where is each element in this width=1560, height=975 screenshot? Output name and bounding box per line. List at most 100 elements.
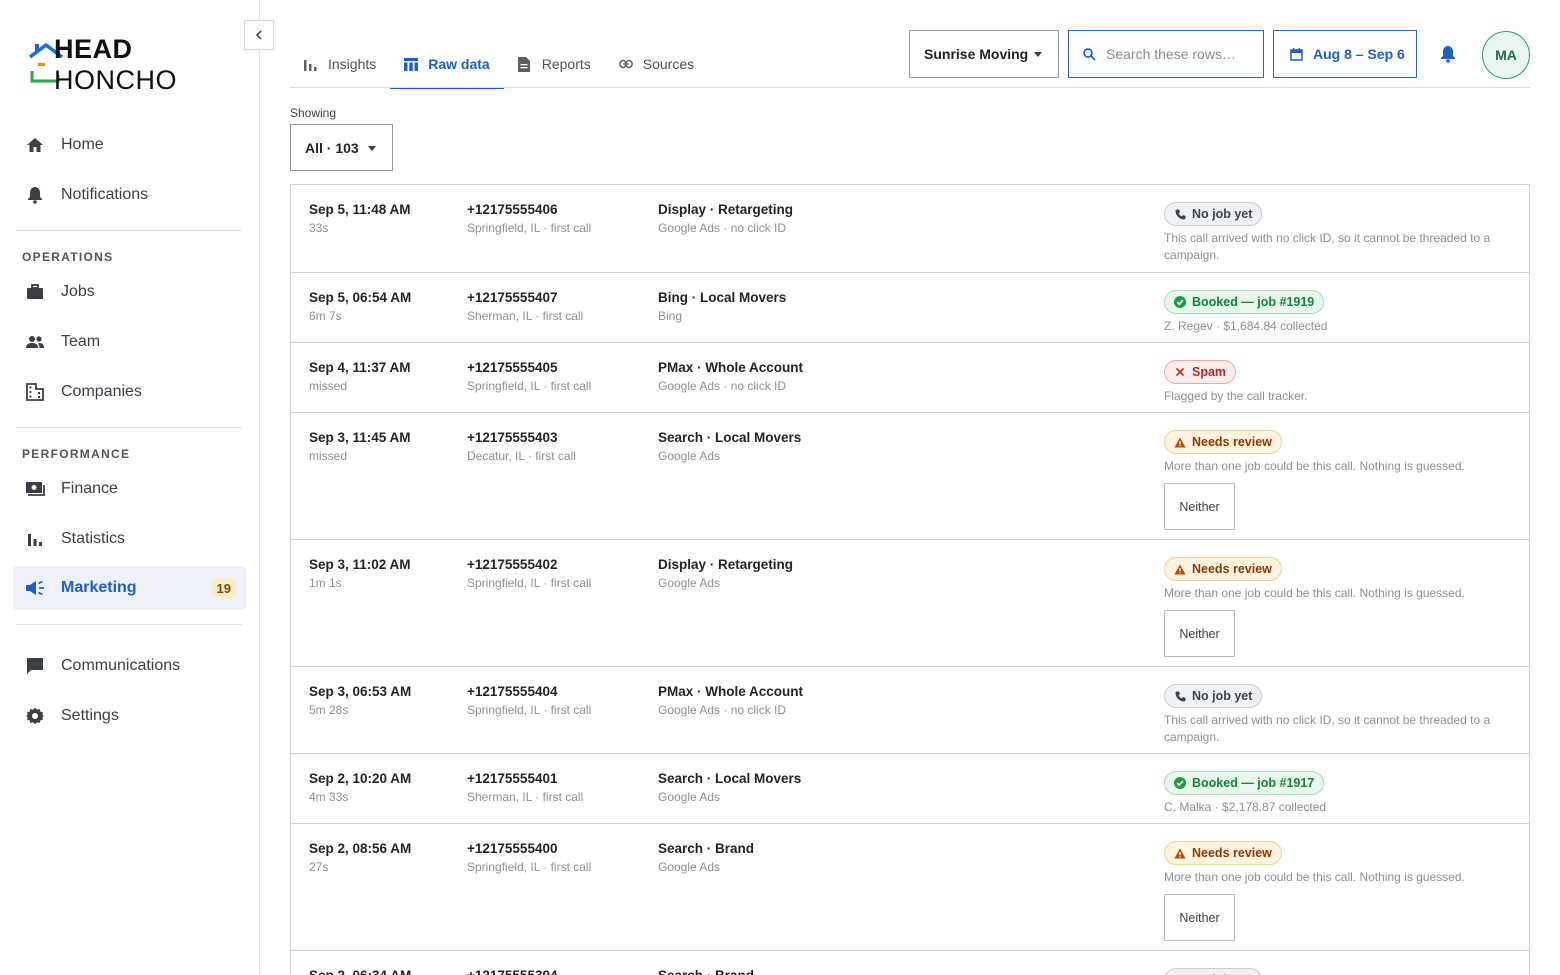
caller-location: Springfield, IL · first call (467, 379, 592, 393)
table-row[interactable]: Sep 3, 11:45 AM missed +12175555403 Decatur… (291, 413, 1529, 540)
table-row[interactable]: Sep 2, 06:34 AM +12175555394 Search · Bran… (291, 951, 1529, 975)
sidebar-item-companies[interactable]: Companies (13, 370, 246, 414)
call-time: Sep 5, 06:54 AM (309, 290, 412, 305)
section-label-performance: PERFORMANCE (22, 447, 131, 461)
campaign-name: PMax · Whole Account (658, 360, 804, 375)
status-badge: Needs review (1164, 841, 1282, 865)
status-cell: Booked — job #1917 C. Malka · $2,178.87 c… (1164, 770, 1514, 816)
table-row[interactable]: Sep 2, 08:56 AM 27s +12175555400 Springfiel… (291, 824, 1529, 951)
warning-icon (1174, 436, 1186, 448)
search-field[interactable] (1068, 30, 1264, 78)
briefcase-icon (25, 282, 45, 302)
sidebar-item-label: Statistics (61, 530, 126, 547)
status-cell: No job yet This call arrived with no clic… (1164, 201, 1514, 264)
sidebar-item-home[interactable]: Home (13, 123, 246, 167)
date-range-button[interactable]: Aug 8 – Sep 6 (1273, 30, 1417, 78)
call-time-cell: Sep 5, 11:48 AM 33s (309, 201, 411, 237)
status-cell: Needs review More than one job could be t… (1164, 556, 1514, 657)
app-logo[interactable]: HEAD HONCHO (26, 34, 259, 95)
sidebar-item-label: Communications (61, 657, 181, 674)
sidebar-item-label: Notifications (61, 186, 149, 203)
table-row[interactable]: Sep 5, 11:48 AM 33s +12175555406 Springfiel… (291, 185, 1529, 273)
sidebar-item-notifications[interactable]: Notifications (13, 173, 246, 217)
caller-phone: +12175555404 (467, 684, 558, 699)
sidebar-item-communications[interactable]: Communications (13, 644, 246, 688)
search-input[interactable] (1106, 46, 1256, 62)
campaign-cell: Search · Brand Google Ads (658, 840, 754, 876)
sidebar-item-jobs[interactable]: Jobs (13, 270, 246, 314)
campaign-cell: PMax · Whole Account Google Ads · no clic… (658, 359, 803, 395)
collapse-sidebar-button[interactable] (244, 20, 274, 50)
status-badge: No job yet (1164, 684, 1263, 708)
call-time: Sep 4, 11:37 AM (309, 360, 411, 375)
campaign-cell: Display · Retargeting Google Ads · no cli… (658, 201, 793, 237)
tab-reports[interactable]: Reports (504, 40, 605, 88)
campaign-source: Google Ads (658, 576, 721, 590)
notifications-bell-icon[interactable] (1440, 45, 1456, 63)
calendar-icon (1290, 47, 1303, 61)
caller-location: Springfield, IL · first call (467, 860, 592, 874)
table-row[interactable]: Sep 5, 06:54 AM 6m 7s +12175555407 Sherman,… (291, 273, 1529, 343)
building-icon (25, 382, 45, 402)
call-time: Sep 2, 06:34 AM (309, 967, 411, 975)
sidebar-item-finance[interactable]: Finance (13, 467, 246, 511)
sidebar-item-team[interactable]: Team (13, 320, 246, 364)
company-select[interactable]: Sunrise Moving (909, 30, 1059, 78)
campaign-cell: Display · Retargeting Google Ads (658, 556, 793, 592)
status-note: More than one job could be this call. No… (1164, 459, 1465, 473)
company-select-value: Sunrise Moving (924, 46, 1029, 62)
campaign-source: Google Ads (658, 790, 721, 804)
call-time: Sep 2, 10:20 AM (309, 771, 412, 786)
document-icon (517, 56, 532, 72)
caller-cell: +12175555406 Springfield, IL · first call (467, 201, 591, 237)
neither-button[interactable]: Neither (1164, 610, 1235, 657)
tab-insights[interactable]: Insights (290, 40, 390, 88)
status-badge: Spam (1164, 360, 1237, 384)
table-row[interactable]: Sep 3, 11:02 AM 1m 1s +12175555402 Springfi… (291, 540, 1529, 667)
call-time: Sep 2, 08:56 AM (309, 841, 412, 856)
avatar[interactable]: MA (1482, 31, 1530, 79)
logo-text: HEAD HONCHO (54, 34, 177, 95)
call-duration: 27s (309, 860, 329, 874)
status-badge: Booked — job #1919 (1164, 290, 1325, 314)
status-label: Needs review (1192, 435, 1272, 449)
caret-down-icon (368, 146, 376, 151)
neither-button[interactable]: Neither (1164, 483, 1235, 530)
caller-phone: +12175555407 (467, 290, 558, 305)
sidebar-item-label: Team (61, 333, 101, 350)
table-row[interactable]: Sep 4, 11:37 AM missed +12175555405 Springf… (291, 343, 1529, 413)
status-note: More than one job could be this call. No… (1164, 870, 1465, 884)
sidebar-item-marketing[interactable]: Marketing 19 (13, 566, 246, 610)
neither-button[interactable]: Neither (1164, 894, 1235, 941)
filter-value: All · 103 (305, 139, 359, 156)
tab-raw-data[interactable]: Raw data (390, 40, 505, 89)
phone-icon (1174, 690, 1186, 702)
table-row[interactable]: Sep 3, 06:53 AM 5m 28s +12175555404 Springf… (291, 667, 1529, 754)
sidebar-item-label: Jobs (61, 283, 95, 300)
home-icon (25, 135, 45, 155)
status-badge: Booked — job #1917 (1164, 771, 1325, 795)
call-time-cell: Sep 3, 06:53 AM 5m 28s (309, 683, 411, 719)
tab-sources[interactable]: Sources (605, 40, 708, 88)
sidebar-item-settings[interactable]: Settings (13, 694, 246, 738)
sidebar-item-label: Home (61, 136, 104, 153)
campaign-source: Google Ads (658, 860, 721, 874)
sidebar-item-label: Settings (61, 707, 119, 724)
status-cell: Booked — job #1919 Z. Regev · $1,684.84 c… (1164, 289, 1514, 335)
campaign-source: Google Ads · no click ID (658, 379, 787, 393)
table-icon (404, 57, 419, 71)
status-badge: Needs review (1164, 557, 1282, 581)
caller-phone: +12175555406 (467, 202, 558, 217)
caller-cell: +12175555403 Decatur, IL · first call (467, 429, 576, 465)
caller-cell: +12175555407 Sherman, IL · first call (467, 289, 583, 325)
sidebar-item-statistics[interactable]: Statistics (13, 517, 246, 561)
campaign-name: Bing · Local Movers (658, 290, 787, 305)
table-row[interactable]: Sep 2, 10:20 AM 4m 33s +12175555401 Sherman… (291, 754, 1529, 824)
marketing-count-badge: 19 (211, 578, 236, 598)
status-label: Booked — job #1919 (1192, 295, 1315, 309)
call-time-cell: Sep 4, 11:37 AM missed (309, 359, 411, 395)
status-label: No job yet (1192, 207, 1253, 221)
status-badge: No job yet (1164, 968, 1263, 975)
chat-icon (25, 656, 45, 676)
showing-filter-select[interactable]: All · 103 (290, 124, 393, 171)
